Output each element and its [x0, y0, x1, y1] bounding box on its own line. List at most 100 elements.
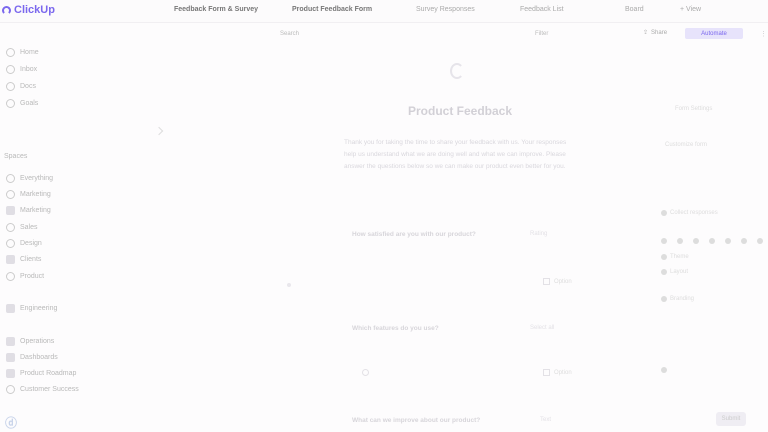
- submit-label: Submit: [721, 416, 741, 422]
- sidebar-item-space[interactable]: Engineering: [6, 304, 57, 313]
- form-settings-panel: Form Settings Customize form Collect res…: [655, 40, 768, 432]
- sidebar: Home Inbox Docs Goals Spaces Everything …: [0, 23, 165, 432]
- tab-add-view[interactable]: + View: [680, 6, 701, 13]
- panel-item[interactable]: Theme: [661, 254, 689, 260]
- share-label: Share: [651, 29, 668, 36]
- home-icon: [6, 48, 15, 57]
- app-logo[interactable]: ClickUp: [2, 4, 55, 16]
- goals-icon: [6, 99, 15, 108]
- automate-label: Automate: [701, 30, 727, 37]
- form-field-hint: Select all: [530, 325, 555, 331]
- panel-item-label: Layout: [670, 269, 689, 275]
- sidebar-item-label: Product Roadmap: [20, 370, 77, 377]
- drag-handle-icon[interactable]: [287, 283, 291, 287]
- space-icon: [6, 206, 15, 215]
- sidebar-item-label: Product: [20, 273, 45, 280]
- sidebar-item-home[interactable]: Home: [6, 48, 39, 57]
- panel-item[interactable]: Collect responses: [661, 210, 718, 216]
- radio-option[interactable]: [362, 369, 369, 376]
- filter-button[interactable]: Filter: [535, 31, 548, 37]
- users-icon: [6, 385, 15, 394]
- sidebar-item-space[interactable]: Design: [6, 239, 42, 248]
- space-icon: [6, 190, 15, 199]
- space-icon: [6, 272, 15, 281]
- sidebar-item-space[interactable]: Product: [6, 272, 44, 281]
- sidebar-item-label: Docs: [20, 83, 36, 90]
- option-label: Option: [554, 278, 572, 285]
- form-option[interactable]: Option: [543, 369, 572, 376]
- radio-icon: [661, 269, 667, 275]
- sidebar-item-customer-success[interactable]: Customer Success: [6, 385, 79, 394]
- sidebar-item-dashboards[interactable]: Dashboards: [6, 353, 58, 362]
- inbox-icon: [6, 65, 15, 74]
- sidebar-item-label: Goals: [20, 100, 39, 107]
- help-icon[interactable]: ⓓ: [5, 414, 17, 431]
- sidebar-item-space[interactable]: Operations: [6, 337, 54, 346]
- color-swatch[interactable]: [709, 238, 715, 244]
- color-swatch[interactable]: [725, 238, 731, 244]
- tab-product-feedback-form[interactable]: Product Feedback Form: [292, 6, 372, 13]
- space-icon: [6, 337, 15, 346]
- checkbox[interactable]: [543, 278, 550, 285]
- color-swatch[interactable]: [693, 238, 699, 244]
- color-swatches: [661, 238, 768, 244]
- dashboard-icon: [6, 353, 15, 362]
- search-field[interactable]: Search: [280, 31, 299, 37]
- panel-item[interactable]: Layout: [661, 269, 688, 275]
- sidebar-item-label: Dashboards: [20, 354, 58, 361]
- space-icon: [6, 239, 15, 248]
- tab-feedback-list[interactable]: Feedback List: [520, 6, 564, 13]
- form-field-label: How satisfied are you with our product?: [352, 231, 476, 238]
- panel-item-label: Branding: [670, 296, 695, 302]
- panel-subheading: Customize form: [665, 142, 708, 148]
- sidebar-item-everything[interactable]: Everything: [6, 174, 53, 183]
- option-label: Option: [554, 369, 572, 376]
- list-icon: [6, 223, 15, 232]
- sidebar-item-label: Engineering: [20, 305, 58, 312]
- sidebar-item-product-roadmap[interactable]: Product Roadmap: [6, 369, 76, 378]
- sidebar-item-label: Marketing: [20, 191, 51, 198]
- tab-feedback-form-survey[interactable]: Feedback Form & Survey: [174, 6, 258, 13]
- form-option[interactable]: Option: [543, 278, 572, 285]
- sidebar-item-space[interactable]: Marketing: [6, 206, 51, 215]
- submit-button[interactable]: Submit: [716, 412, 746, 426]
- space-icon: [6, 304, 15, 313]
- sidebar-item-space[interactable]: Clients: [6, 255, 41, 264]
- spaces-section-label: Spaces: [4, 153, 28, 160]
- sidebar-item-docs[interactable]: Docs: [6, 82, 36, 91]
- tab-board[interactable]: Board: [625, 6, 644, 13]
- sidebar-item-label: Inbox: [20, 66, 38, 73]
- sidebar-item-space[interactable]: Sales: [6, 223, 38, 232]
- sidebar-item-goals[interactable]: Goals: [6, 99, 38, 108]
- panel-item[interactable]: Branding: [661, 296, 694, 302]
- sidebar-item-label: Marketing: [20, 207, 51, 214]
- color-swatch[interactable]: [757, 238, 763, 244]
- panel-item-label: Theme: [670, 254, 689, 260]
- color-swatch[interactable]: [741, 238, 747, 244]
- automate-button[interactable]: Automate: [685, 28, 743, 39]
- share-icon: ⇪: [643, 30, 649, 36]
- more-options-icon[interactable]: ⋮: [760, 30, 767, 38]
- toggle-icon[interactable]: [661, 360, 667, 378]
- app-logo-text: ClickUp: [14, 4, 55, 16]
- page-title: Product Feedback: [407, 104, 513, 118]
- panel-item-label: Collect responses: [670, 210, 718, 216]
- collapse-chevron-icon[interactable]: [154, 126, 164, 136]
- checkbox[interactable]: [543, 369, 550, 376]
- grid-icon: [6, 174, 15, 183]
- form-field-label: What can we improve about our product?: [352, 417, 481, 424]
- form-description: Thank you for taking the time to share y…: [344, 139, 567, 170]
- sidebar-item-inbox[interactable]: Inbox: [6, 65, 37, 74]
- color-swatch[interactable]: [677, 238, 683, 244]
- sidebar-item-label: Design: [20, 240, 42, 247]
- sidebar-item-label: Operations: [20, 338, 55, 345]
- space-icon: [6, 255, 15, 264]
- tab-survey-responses[interactable]: Survey Responses: [416, 6, 475, 13]
- sidebar-item-label: Sales: [20, 224, 38, 231]
- form-field-hint: Text: [540, 417, 552, 423]
- color-swatch[interactable]: [661, 238, 667, 244]
- share-button[interactable]: ⇪ Share: [643, 29, 668, 37]
- form-field-label: Which features do you use?: [352, 325, 439, 332]
- sidebar-item-space[interactable]: Marketing: [6, 190, 51, 199]
- toggle-icon: [661, 296, 667, 302]
